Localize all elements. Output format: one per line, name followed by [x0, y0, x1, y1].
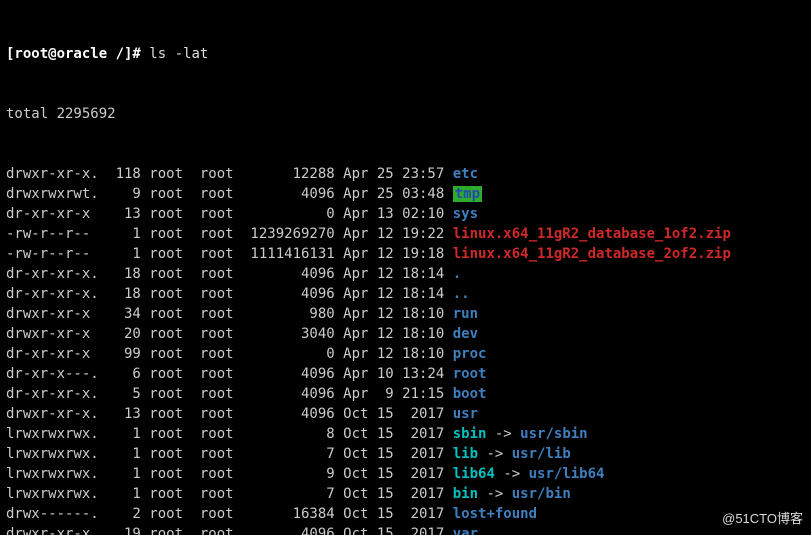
symlink-arrow: ->: [478, 486, 512, 502]
listing-row: drwxr-xr-x 20 root root 3040 Apr 12 18:1…: [6, 324, 805, 344]
row-meta: dr-xr-xr-x. 18 root root 4096 Apr 12 18:…: [6, 266, 453, 282]
row-meta: drwx------. 2 root root 16384 Oct 15 201…: [6, 506, 453, 522]
symlink-arrow: ->: [486, 426, 520, 442]
file-name: bin: [453, 486, 478, 502]
file-name: ..: [453, 286, 470, 302]
listing-row: -rw-r--r-- 1 root root 1111416131 Apr 12…: [6, 244, 805, 264]
file-listing: drwxr-xr-x. 118 root root 12288 Apr 25 2…: [6, 164, 805, 535]
file-name: linux.x64_11gR2_database_1of2.zip: [453, 226, 731, 242]
file-name: root: [453, 366, 487, 382]
symlink-arrow: ->: [495, 466, 529, 482]
file-name: dev: [453, 326, 478, 342]
symlink-target: usr/lib: [512, 446, 571, 462]
file-name: boot: [453, 386, 487, 402]
file-name: linux.x64_11gR2_database_2of2.zip: [453, 246, 731, 262]
listing-row: dr-xr-xr-x. 18 root root 4096 Apr 12 18:…: [6, 264, 805, 284]
file-name: etc: [453, 166, 478, 182]
listing-row: lrwxrwxrwx. 1 root root 7 Oct 15 2017 bi…: [6, 484, 805, 504]
listing-row: dr-xr-xr-x 13 root root 0 Apr 13 02:10 s…: [6, 204, 805, 224]
row-meta: drwxr-xr-x 34 root root 980 Apr 12 18:10: [6, 306, 453, 322]
row-meta: dr-xr-xr-x 13 root root 0 Apr 13 02:10: [6, 206, 453, 222]
typed-command: ls -lat: [149, 46, 208, 62]
file-name: usr: [453, 406, 478, 422]
listing-row: lrwxrwxrwx. 1 root root 8 Oct 15 2017 sb…: [6, 424, 805, 444]
row-meta: dr-xr-xr-x. 18 root root 4096 Apr 12 18:…: [6, 286, 453, 302]
file-name: sys: [453, 206, 478, 222]
listing-row: lrwxrwxrwx. 1 root root 9 Oct 15 2017 li…: [6, 464, 805, 484]
row-meta: lrwxrwxrwx. 1 root root 7 Oct 15 2017: [6, 446, 453, 462]
row-meta: dr-xr-xr-x. 5 root root 4096 Apr 9 21:15: [6, 386, 453, 402]
row-meta: dr-xr-x---. 6 root root 4096 Apr 10 13:2…: [6, 366, 453, 382]
file-name: lib64: [453, 466, 495, 482]
file-name: var: [453, 526, 478, 535]
file-name: tmp: [453, 186, 482, 202]
row-meta: drwxr-xr-x. 19 root root 4096 Oct 15 201…: [6, 526, 453, 535]
total-line: total 2295692: [6, 104, 805, 124]
row-meta: drwxrwxrwt. 9 root root 4096 Apr 25 03:4…: [6, 186, 453, 202]
symlink-target: usr/lib64: [529, 466, 605, 482]
terminal[interactable]: [root@oracle /]# ls -lat total 2295692 d…: [0, 0, 811, 535]
command-line: [root@oracle /]# ls -lat: [6, 44, 805, 64]
file-name: .: [453, 266, 461, 282]
row-meta: drwxr-xr-x. 118 root root 12288 Apr 25 2…: [6, 166, 453, 182]
listing-row: drwxr-xr-x 34 root root 980 Apr 12 18:10…: [6, 304, 805, 324]
row-meta: drwxr-xr-x 20 root root 3040 Apr 12 18:1…: [6, 326, 453, 342]
listing-row: drwxr-xr-x. 13 root root 4096 Oct 15 201…: [6, 404, 805, 424]
row-meta: drwxr-xr-x. 13 root root 4096 Oct 15 201…: [6, 406, 453, 422]
listing-row: drwx------. 2 root root 16384 Oct 15 201…: [6, 504, 805, 524]
listing-row: drwxr-xr-x. 19 root root 4096 Oct 15 201…: [6, 524, 805, 535]
file-name: lib: [453, 446, 478, 462]
listing-row: -rw-r--r-- 1 root root 1239269270 Apr 12…: [6, 224, 805, 244]
row-meta: lrwxrwxrwx. 1 root root 9 Oct 15 2017: [6, 466, 453, 482]
watermark: @51CTO博客: [722, 509, 803, 529]
file-name: lost+found: [453, 506, 537, 522]
row-meta: -rw-r--r-- 1 root root 1111416131 Apr 12…: [6, 246, 453, 262]
listing-row: drwxr-xr-x. 118 root root 12288 Apr 25 2…: [6, 164, 805, 184]
listing-row: drwxrwxrwt. 9 root root 4096 Apr 25 03:4…: [6, 184, 805, 204]
row-meta: lrwxrwxrwx. 1 root root 7 Oct 15 2017: [6, 486, 453, 502]
listing-row: dr-xr-xr-x 99 root root 0 Apr 12 18:10 p…: [6, 344, 805, 364]
symlink-arrow: ->: [478, 446, 512, 462]
file-name: run: [453, 306, 478, 322]
listing-row: dr-xr-x---. 6 root root 4096 Apr 10 13:2…: [6, 364, 805, 384]
shell-prompt: [root@oracle /]#: [6, 46, 149, 62]
file-name: proc: [453, 346, 487, 362]
row-meta: -rw-r--r-- 1 root root 1239269270 Apr 12…: [6, 226, 453, 242]
row-meta: lrwxrwxrwx. 1 root root 8 Oct 15 2017: [6, 426, 453, 442]
listing-row: dr-xr-xr-x. 5 root root 4096 Apr 9 21:15…: [6, 384, 805, 404]
file-name: sbin: [453, 426, 487, 442]
listing-row: dr-xr-xr-x. 18 root root 4096 Apr 12 18:…: [6, 284, 805, 304]
symlink-target: usr/bin: [512, 486, 571, 502]
listing-row: lrwxrwxrwx. 1 root root 7 Oct 15 2017 li…: [6, 444, 805, 464]
symlink-target: usr/sbin: [520, 426, 587, 442]
row-meta: dr-xr-xr-x 99 root root 0 Apr 12 18:10: [6, 346, 453, 362]
